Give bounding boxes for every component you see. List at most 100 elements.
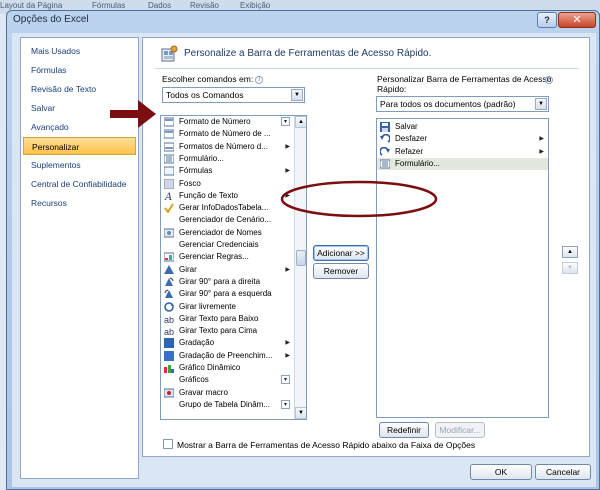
list-item[interactable]: Gerenciador de Cenário... [161, 214, 294, 226]
nav-item-f-rmulas[interactable]: Fórmulas [23, 61, 136, 79]
submenu-arrow-icon: ▶ [285, 266, 290, 273]
list-item[interactable]: Gravar macro [161, 387, 294, 399]
list-item[interactable]: Gradação ▶ [161, 337, 294, 349]
ok-button[interactable]: OK [470, 464, 532, 480]
chevron-down-icon[interactable]: ▼ [291, 89, 303, 101]
gradient-icon [164, 338, 174, 349]
list-item[interactable]: Formulário... [161, 153, 294, 165]
list-item-label: Fórmulas [179, 166, 213, 176]
nav-item-mais-usados[interactable]: Mais Usados [23, 42, 136, 60]
customize-toolbar-label: Personalizar Barra de Ferramentas de Ace… [377, 74, 552, 84]
combo-dropdown-icon: ▾ [281, 399, 290, 409]
list-item-label: Formulário... [179, 153, 224, 163]
scroll-up-icon[interactable]: ▲ [295, 116, 306, 128]
list-item[interactable]: Formulário... [377, 157, 548, 171]
list-item[interactable]: Girar 90° para a esquerda [161, 288, 294, 300]
svg-text:A: A [164, 192, 172, 201]
title-bar[interactable]: Opções do Excel ? ✕ [7, 11, 599, 29]
remove-button-label: Remover [323, 266, 359, 276]
form-icon [164, 154, 174, 164]
list-item[interactable]: Gráfico Dinâmico [161, 362, 294, 374]
show-below-ribbon-checkbox[interactable] [163, 439, 173, 449]
quick-access-toolbar-icon [161, 45, 178, 62]
cancel-button[interactable]: Cancelar [535, 464, 591, 480]
list-item[interactable]: Gerenciador de Nomes [161, 227, 294, 239]
list-item-label: Salvar [395, 122, 418, 131]
scroll-thumb[interactable] [296, 250, 306, 266]
toolbar-commands-list[interactable]: Salvar Desfazer ▶ Refazer ▶ Formulário... [376, 118, 549, 418]
move-up-button[interactable]: ▲ [562, 246, 578, 258]
nav-item-recursos[interactable]: Recursos [23, 194, 136, 212]
scroll-down-icon[interactable]: ▼ [295, 407, 306, 419]
list-item-label: Girar Texto para Cima [179, 326, 258, 336]
close-button[interactable]: ✕ [558, 12, 596, 28]
svg-text:ab: ab [164, 315, 174, 324]
list-item[interactable]: Salvar [377, 121, 548, 133]
list-item[interactable]: Gerenciar Credenciais [161, 239, 294, 251]
available-commands-list[interactable]: ▲ ▼ Formato de Número ▾ Formato de Número … [160, 115, 307, 420]
list-item[interactable]: Girar ▶ [161, 264, 294, 276]
window-title: Opções do Excel [13, 14, 89, 25]
info-icon: i [543, 74, 553, 84]
annotation-ellipse [280, 180, 438, 218]
excel-options-dialog: Opções do Excel ? ✕ Mais Usados Fórmulas R… [6, 10, 600, 490]
list-item[interactable]: ab Girar Texto para Baixo [161, 313, 294, 325]
nav-item-central-de-confiabilidade[interactable]: Central de Confiabilidade [23, 175, 136, 193]
list-item-label: Gravar macro [179, 387, 228, 397]
modify-button[interactable]: Modificar... [435, 422, 485, 438]
list-item[interactable]: ab Girar Texto para Cima [161, 325, 294, 337]
cancel-button-label: Cancelar [545, 467, 581, 477]
list-item[interactable]: Formato de Número de ... [161, 128, 294, 140]
list-item[interactable]: Fórmulas ▶ [161, 165, 294, 177]
submenu-arrow-icon: ▶ [285, 352, 290, 359]
remove-button[interactable]: Remover [313, 263, 369, 279]
list-item[interactable]: Gráficos ▾ [161, 374, 294, 386]
name-manager-icon [164, 228, 174, 238]
list-item[interactable]: Fosco [161, 178, 294, 190]
list-item[interactable]: A Função de Texto ▶ [161, 190, 294, 202]
list-item[interactable]: Refazer ▶ [377, 146, 548, 158]
choose-commands-dropdown[interactable]: Todos os Comandos ▼ [162, 87, 305, 103]
choose-commands-label: Escolher comandos em: i [162, 74, 264, 84]
free-rotate-icon [164, 301, 174, 312]
info-icon: i [255, 75, 264, 84]
submenu-arrow-icon: ▶ [285, 340, 290, 347]
list-item[interactable]: Formato de Número ▾ [161, 116, 294, 128]
nav-item-personalizar[interactable]: Personalizar [23, 137, 136, 155]
list-item-label: Formato de Número [179, 117, 251, 126]
modify-button-label: Modificar... [439, 425, 481, 435]
list-item-label: Formatos de Número d... [179, 141, 268, 151]
number-formats-icon [164, 142, 174, 152]
fill-gradient-icon [164, 350, 174, 361]
number-format-icon [164, 117, 174, 127]
help-button[interactable]: ? [537, 12, 557, 28]
list-item[interactable]: Grupo de Tabela Dinâm... ▾ [161, 399, 294, 411]
matte-icon [164, 178, 174, 189]
list-item[interactable]: Girar 90° para a direita [161, 276, 294, 288]
move-down-button[interactable]: ▼ [562, 262, 578, 274]
rotate-icon [164, 264, 174, 274]
chevron-down-icon[interactable]: ▼ [535, 98, 547, 110]
list-item-label: Gráficos [179, 375, 209, 385]
list-item[interactable]: Gradação de Preenchim... ▶ [161, 350, 294, 362]
list-item[interactable]: Gerenciar Regras... [161, 251, 294, 263]
list-item-label: Fosco [179, 178, 201, 188]
list-item[interactable]: Girar livremente [161, 301, 294, 313]
reset-button[interactable]: Redefinir [379, 422, 429, 438]
number-format-icon [164, 129, 174, 139]
add-button[interactable]: Adicionar >> [313, 245, 369, 261]
list-item[interactable]: Gerar InfoDadosTabela... [161, 202, 294, 214]
customize-panel: Personalize a Barra de Ferramentas de Ac… [142, 37, 590, 457]
list-item[interactable]: Formatos de Número d... ▶ [161, 141, 294, 153]
list-item[interactable]: Desfazer ▶ [377, 133, 548, 145]
commands-scrollbar[interactable]: ▲ ▼ [294, 116, 306, 419]
customize-scope-dropdown[interactable]: Para todos os documentos (padrão) ▼ [376, 96, 549, 112]
manage-rules-icon [164, 252, 174, 262]
list-item-label: Grupo de Tabela Dinâm... [179, 399, 271, 409]
nav-item-revis-o-de-texto[interactable]: Revisão de Texto [23, 80, 136, 98]
save-icon [380, 122, 390, 132]
customize-toolbar-label-2: Rápido: [377, 84, 407, 94]
nav-item-suplementos[interactable]: Suplementos [23, 156, 136, 174]
bg-tab-label: Fórmulas [92, 1, 126, 10]
customize-scope-value: Para todos os documentos (padrão) [380, 99, 516, 109]
